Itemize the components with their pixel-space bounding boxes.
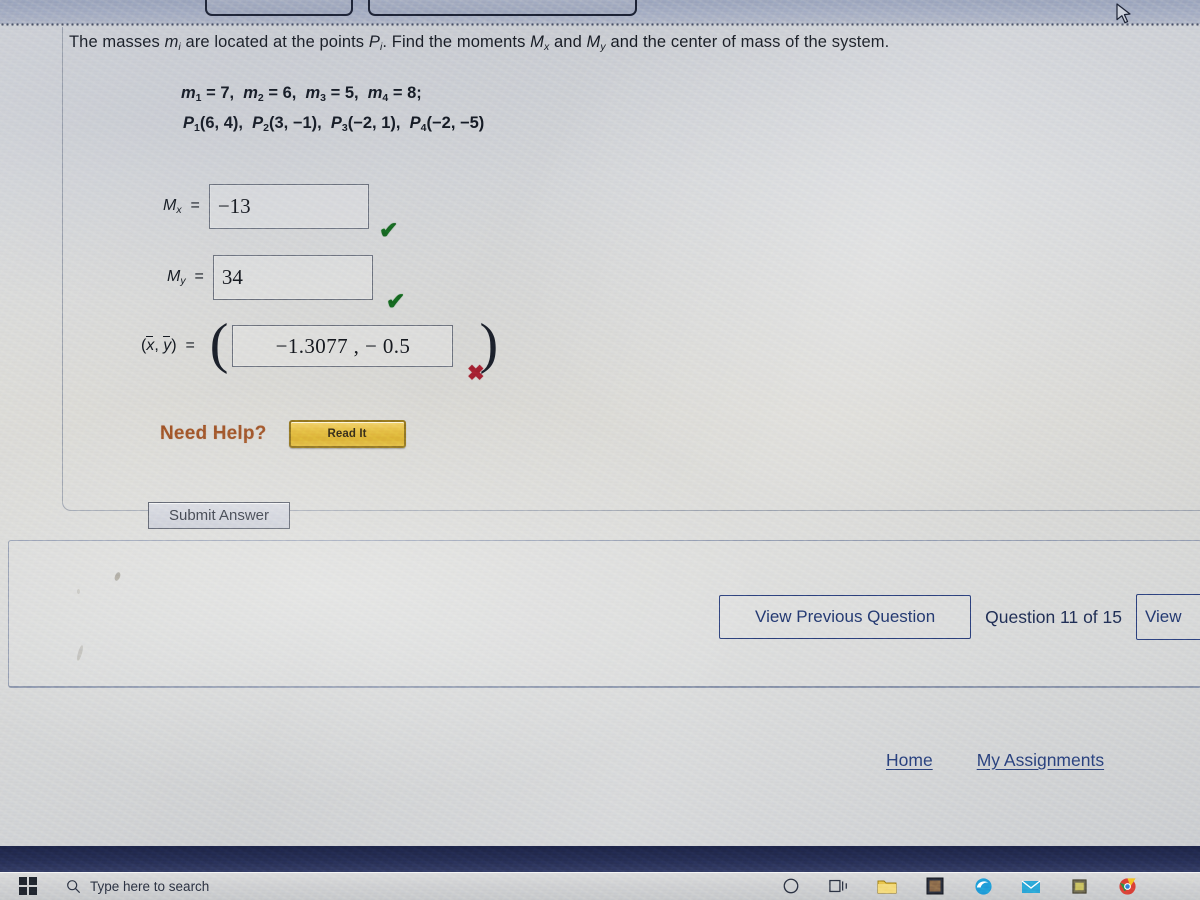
label-center-of-mass: (x, y) = — [141, 336, 195, 354]
label-my: My = — [167, 268, 204, 287]
question-panel: The masses mi are located at the points … — [62, 27, 1200, 529]
input-my-value: 34 — [221, 265, 243, 289]
screen-photo: The masses mi are located at the points … — [0, 0, 1200, 900]
submit-answer-button[interactable]: Submit Answer — [148, 502, 290, 529]
givens-masses-line: m1 = 7, m2 = 6, m3 = 5, m4 = 8; — [181, 84, 422, 104]
search-icon[interactable] — [56, 879, 90, 894]
browser-tab-2[interactable] — [368, 0, 637, 16]
input-mx[interactable]: −13 — [208, 184, 369, 229]
view-next-question-label: View — [1145, 607, 1182, 626]
mail-icon[interactable] — [1020, 875, 1042, 897]
view-previous-question-label: View Previous Question — [755, 607, 936, 626]
mouse-cursor — [1116, 3, 1134, 32]
prompt-symbol-my: M — [586, 33, 601, 51]
prompt-text-3: . Find the moments — [382, 33, 531, 51]
need-help-label: Need Help? — [160, 423, 267, 444]
submit-answer-label: Submit Answer — [168, 507, 270, 524]
x-icon-center-of-mass: ✖ — [467, 362, 485, 385]
window-icon[interactable] — [924, 875, 946, 897]
read-it-label: Read It — [327, 428, 367, 440]
home-link[interactable]: Home — [886, 750, 933, 771]
task-view-icon[interactable] — [828, 875, 850, 897]
input-center-of-mass[interactable]: −1.3077 , − 0.5 — [232, 325, 454, 367]
cortana-icon[interactable] — [780, 875, 802, 897]
answer-row-mx: Mx = −13 — [163, 184, 369, 229]
footer-links: Home My Assignments — [886, 750, 1104, 771]
givens-points-line: P1(6, 4), P2(3, −1), P3(−2, 1), P4(−2, −… — [183, 114, 485, 134]
label-mx: Mx = — [163, 197, 200, 216]
input-center-of-mass-value: −1.3077 , − 0.5 — [275, 333, 411, 358]
question-counter: Question 11 of 15 — [985, 606, 1122, 627]
dust-speck — [77, 589, 80, 594]
chrome-icon[interactable] — [1116, 875, 1138, 897]
prompt-text-1: The masses — [69, 33, 165, 51]
my-assignments-link[interactable]: My Assignments — [977, 750, 1104, 771]
view-previous-question-button[interactable]: View Previous Question — [719, 595, 972, 639]
check-icon-mx: ✔ — [379, 217, 399, 243]
view-next-question-button[interactable]: View — [1136, 594, 1200, 640]
file-explorer-icon[interactable] — [876, 875, 898, 897]
edge-icon[interactable] — [972, 875, 994, 897]
start-icon[interactable] — [0, 872, 56, 900]
question-givens: m1 = 7, m2 = 6, m3 = 5, m4 = 8; P1(6, 4)… — [181, 81, 484, 141]
browser-chrome-strip — [0, 0, 1200, 24]
prompt-symbol-mx: M — [530, 33, 544, 51]
question-prompt: The masses mi are located at the points … — [69, 33, 1159, 53]
prompt-text-4: and — [549, 33, 587, 51]
prompt-text-2: are located at the points — [180, 33, 369, 51]
input-mx-value: −13 — [217, 194, 251, 218]
check-icon-my: ✔ — [386, 288, 406, 314]
search-input[interactable]: Type here to search — [90, 879, 209, 894]
browser-tab-1[interactable] — [205, 0, 353, 16]
dotted-divider — [0, 23, 1200, 26]
navigation-row: View Previous Question Question 11 of 15… — [719, 594, 1200, 640]
prompt-symbol-m: m — [164, 33, 179, 51]
windows-taskbar: Type here to search — [0, 872, 1200, 900]
need-help-row: Need Help? Read It — [160, 420, 406, 448]
store-icon[interactable] — [1068, 875, 1090, 897]
read-it-button[interactable]: Read It — [288, 420, 406, 448]
prompt-symbol-p: P — [368, 33, 380, 51]
answer-row-my: My = 34 — [167, 255, 373, 300]
input-my[interactable]: 34 — [212, 255, 373, 300]
answer-row-center-of-mass: (x, y) = ( −1.3077 , − 0.5 ) — [141, 313, 499, 375]
desktop-band — [0, 846, 1200, 872]
prompt-text-5: and the center of mass of the system. — [605, 33, 890, 51]
taskbar-icons — [780, 875, 1200, 897]
